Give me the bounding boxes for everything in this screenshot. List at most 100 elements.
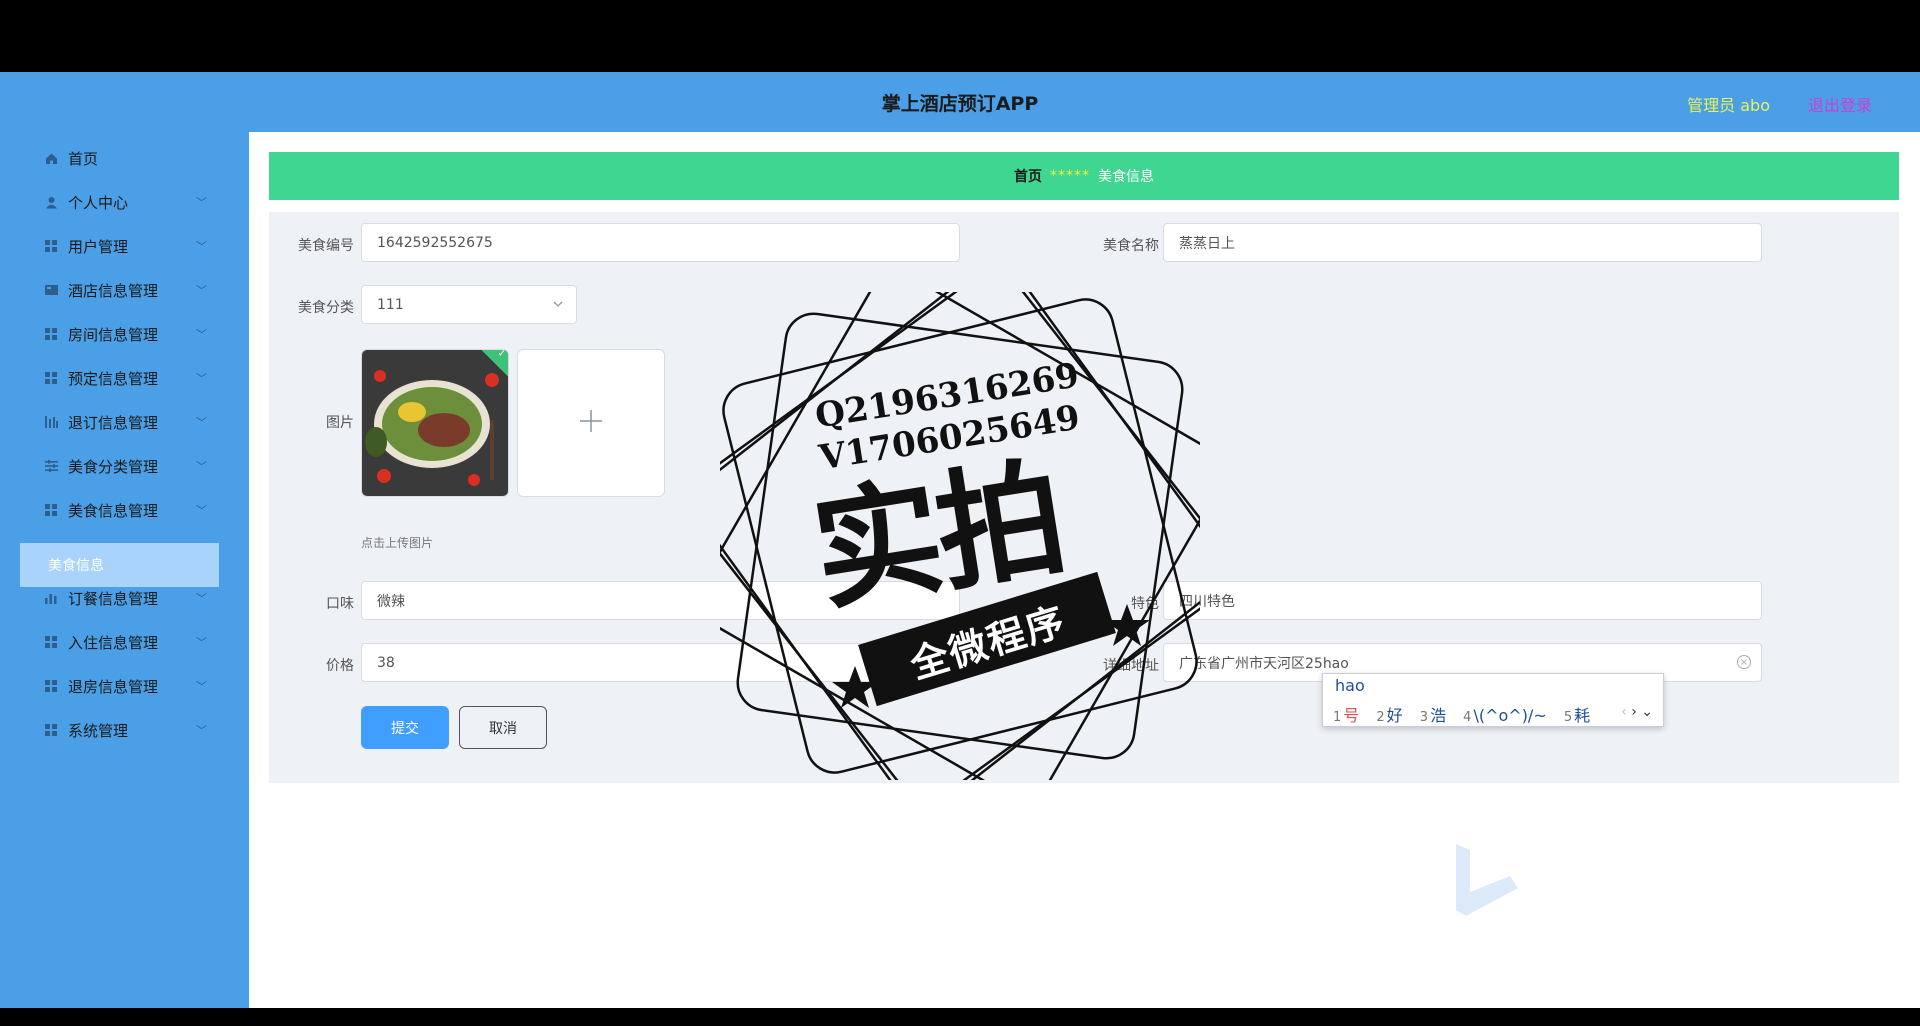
feature-label: 特色	[1131, 596, 1159, 612]
chevron-down-icon: ﹀	[196, 284, 207, 297]
chevron-down-icon	[552, 298, 564, 314]
main-content: 首页 ***** 美食信息 美食编号 1642592552675 美食名称 蒸蒸…	[249, 132, 1920, 1008]
chart-icon	[44, 415, 58, 429]
submit-button[interactable]: 提交	[361, 706, 449, 749]
ime-candidate[interactable]: 5耗	[1564, 706, 1590, 725]
chevron-down-icon: ⌄	[1641, 704, 1653, 720]
breadcrumb-current: 美食信息	[1098, 169, 1154, 185]
category-label: 美食分类	[298, 300, 354, 316]
chevron-down-icon: ﹀	[196, 328, 207, 341]
sidebar-item-label: 个人中心	[68, 193, 129, 212]
food-name-input[interactable]: 蒸蒸日上	[1163, 223, 1762, 262]
grid-icon	[44, 503, 58, 517]
user-icon	[44, 195, 58, 209]
sidebar-item-label: 酒店信息管理	[68, 281, 159, 300]
grid-icon	[44, 371, 58, 385]
sidebar-item-cancellations[interactable]: 退订信息管理 ﹀	[0, 400, 249, 444]
grid-icon	[44, 239, 58, 253]
chevron-down-icon: ﹀	[196, 460, 207, 473]
app-window: 掌上酒店预订APP 管理员 abo 退出登录 首页 个人中心 ﹀ 用户管理 ﹀ …	[0, 72, 1920, 1008]
sidebar-item-food-info[interactable]: 美食信息管理 ﹀	[0, 488, 249, 532]
category-select[interactable]: 111	[361, 285, 577, 324]
plus-icon	[579, 409, 603, 437]
top-bar: 掌上酒店预订APP 管理员 abo 退出登录	[0, 72, 1920, 132]
sidebar-item-label: 美食分类管理	[68, 457, 159, 476]
sidebar-item-label: 订餐信息管理	[68, 589, 159, 608]
sidebar-item-home[interactable]: 首页	[0, 136, 249, 180]
feature-input[interactable]: 四川特色	[1163, 581, 1762, 620]
chevron-down-icon: ﹀	[196, 416, 207, 429]
ime-candidate[interactable]: 3浩	[1420, 706, 1446, 725]
chevron-down-icon: ﹀	[196, 724, 207, 737]
chevron-down-icon: ﹀	[196, 240, 207, 253]
sidebar-item-users[interactable]: 用户管理 ﹀	[0, 224, 249, 268]
sidebar-item-label: 首页	[68, 149, 99, 168]
address-value: 广东省广州市天河区25hao	[1179, 655, 1349, 672]
price-label: 价格	[326, 658, 354, 674]
grid-icon	[44, 723, 58, 737]
image-label: 图片	[326, 415, 354, 431]
sidebar-subitem-label: 美食信息	[48, 558, 104, 574]
food-no-label: 美食编号	[298, 238, 354, 254]
bar-chart-icon	[44, 591, 58, 605]
chevron-down-icon: ﹀	[196, 636, 207, 649]
chevron-left-icon: ‹	[1621, 704, 1627, 720]
chevron-down-icon: ﹀	[196, 680, 207, 693]
sidebar-item-checkouts[interactable]: 退房信息管理 ﹀	[0, 664, 249, 708]
ime-candidate-popup: hao 1号 2好 3浩 4 \(^o^)/~ 5耗 ‹ › ⌄	[1322, 673, 1664, 727]
logout-link[interactable]: 退出登录	[1808, 92, 1872, 116]
sidebar-item-bookings[interactable]: 预定信息管理 ﹀	[0, 356, 249, 400]
clear-icon[interactable]: ×	[1737, 655, 1751, 669]
grid-icon	[44, 635, 58, 649]
category-selected-value: 111	[377, 296, 404, 313]
uploaded-image-thumbnail[interactable]: ✓	[361, 349, 509, 497]
sliders-icon	[44, 459, 58, 473]
card-icon	[44, 283, 58, 297]
sidebar-item-label: 房间信息管理	[68, 325, 159, 344]
sidebar-item-rooms[interactable]: 房间信息管理 ﹀	[0, 312, 249, 356]
ime-page-nav[interactable]: ‹ › ⌄	[1621, 704, 1653, 720]
sidebar-item-label: 退房信息管理	[68, 677, 159, 696]
sidebar-item-label: 预定信息管理	[68, 369, 159, 388]
ime-candidate[interactable]: 2好	[1376, 706, 1402, 725]
sidebar: 首页 个人中心 ﹀ 用户管理 ﹀ 酒店信息管理 ﹀ 房间信息管理 ﹀ 预定信息管…	[0, 132, 249, 1008]
taste-label: 口味	[326, 596, 354, 612]
chevron-right-icon: ›	[1631, 704, 1637, 720]
ime-candidate[interactable]: 1号	[1333, 706, 1359, 725]
price-input[interactable]: 38	[361, 643, 960, 682]
sidebar-item-label: 退订信息管理	[68, 413, 159, 432]
breadcrumb-home[interactable]: 首页	[1014, 166, 1042, 186]
app-title: 掌上酒店预订APP	[881, 93, 1039, 115]
breadcrumb-separator: *****	[1050, 168, 1090, 184]
sidebar-item-food-categories[interactable]: 美食分类管理 ﹀	[0, 444, 249, 488]
chevron-down-icon: ﹀	[196, 592, 207, 605]
sidebar-item-label: 美食信息管理	[68, 501, 159, 520]
food-photo	[362, 350, 508, 496]
upload-add-button[interactable]	[517, 349, 665, 497]
chevron-down-icon: ﹀	[196, 372, 207, 385]
check-icon: ✓	[497, 349, 507, 360]
sidebar-item-label: 入住信息管理	[68, 633, 159, 652]
sidebar-item-hotels[interactable]: 酒店信息管理 ﹀	[0, 268, 249, 312]
food-name-label: 美食名称	[1103, 238, 1159, 254]
sidebar-item-label: 用户管理	[68, 237, 129, 256]
food-no-input[interactable]: 1642592552675	[361, 223, 960, 262]
ime-candidates: 1号 2好 3浩 4 \(^o^)/~ 5耗	[1333, 702, 1602, 726]
breadcrumb: 首页 ***** 美食信息	[269, 152, 1899, 200]
ime-composition: hao	[1335, 676, 1365, 695]
chevron-down-icon: ﹀	[196, 196, 207, 209]
admin-label: 管理员 abo	[1687, 96, 1770, 115]
chevron-down-icon: ﹀	[196, 504, 207, 517]
sidebar-item-checkins[interactable]: 入住信息管理 ﹀	[0, 620, 249, 664]
upload-hint: 点击上传图片	[361, 536, 434, 550]
sidebar-item-profile[interactable]: 个人中心 ﹀	[0, 180, 249, 224]
ime-candidate[interactable]: 4 \(^o^)/~	[1463, 706, 1547, 725]
sidebar-item-system[interactable]: 系统管理 ﹀	[0, 708, 249, 752]
cancel-button[interactable]: 取消	[459, 706, 547, 749]
home-icon	[44, 151, 58, 165]
sidebar-item-label: 系统管理	[68, 721, 129, 740]
sidebar-item-meal-orders[interactable]: 订餐信息管理 ﹀	[0, 576, 249, 620]
brand-watermark-icon	[1456, 844, 1518, 916]
taste-input[interactable]: 微辣	[361, 581, 960, 620]
grid-icon	[44, 679, 58, 693]
